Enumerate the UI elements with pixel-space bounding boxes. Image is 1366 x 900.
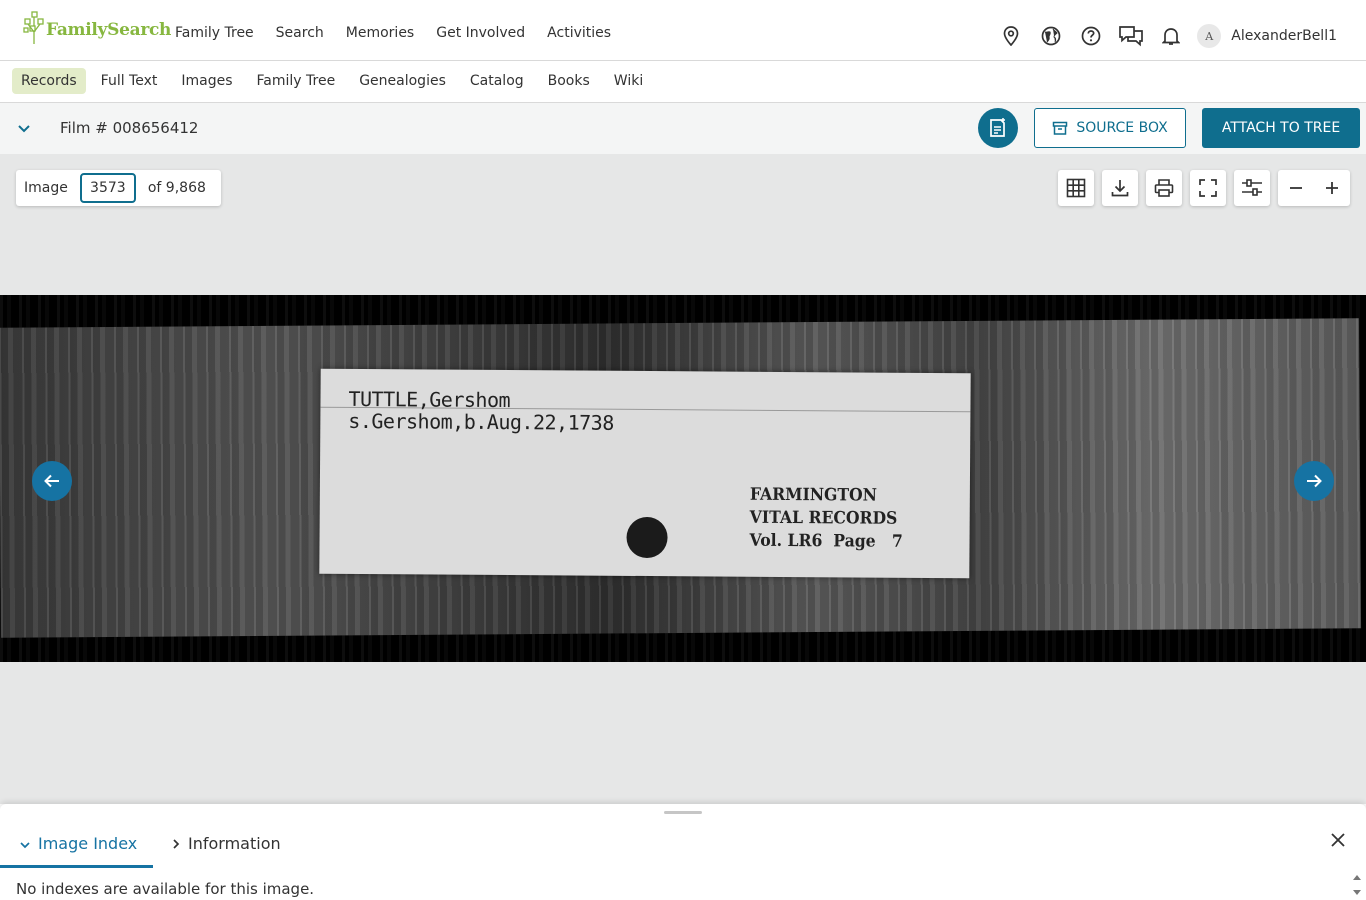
tab-information-label: Information [188,834,281,853]
username[interactable]: AlexanderBell1 [1231,28,1337,44]
arrow-right-icon [1307,474,1322,488]
globe-icon[interactable] [1031,20,1071,52]
tree-logo-icon [23,11,44,44]
subnav-books[interactable]: Books [539,68,599,94]
image-total: of 9,868 [147,180,206,196]
image-label: Image [24,180,68,196]
minus-icon [1290,187,1302,189]
card-source-records: VITAL RECORDS [749,507,898,529]
card-source-block: FARMINGTON VITAL RECORDS Vol. LR6 Page 7 [749,484,903,554]
adjust-image-button[interactable] [1234,170,1270,206]
panel-scrollbar[interactable] [1352,871,1362,899]
grid-icon [1066,178,1086,198]
card-source-volume: Vol. LR6 Page 7 [749,530,903,552]
records-subnav: Records Full Text Images Family Tree Gen… [0,61,1366,103]
tab-information[interactable]: Information [170,834,281,853]
card-source-town: FARMINGTON [749,484,878,506]
print-button[interactable] [1146,170,1182,206]
nav-get-involved[interactable]: Get Involved [436,25,525,41]
film-title: Film # 008656412 [60,119,199,137]
printer-icon [1154,179,1174,197]
fullscreen-button[interactable] [1190,170,1226,206]
archive-box-icon [1053,121,1068,135]
nav-family-tree[interactable]: Family Tree [175,25,254,41]
scroll-arrows-icon [1353,875,1361,895]
film-info-bar: Film # 008656412 SOURCE BOX ATTACH TO TR… [0,103,1366,154]
main-nav: Family Tree Search Memories Get Involved… [175,25,633,41]
source-box-button[interactable]: SOURCE BOX [1034,108,1186,148]
close-panel-button[interactable] [1326,828,1350,852]
subnav-full-text[interactable]: Full Text [92,68,167,94]
arrow-left-icon [44,474,59,488]
subnav-genealogies[interactable]: Genealogies [350,68,455,94]
help-icon[interactable] [1071,20,1111,52]
grid-view-button[interactable] [1058,170,1094,206]
messages-icon[interactable] [1111,20,1151,52]
subnav-wiki[interactable]: Wiki [605,68,652,94]
note-add-icon [990,118,1005,137]
familysearch-logo[interactable]: FamilySearch [22,10,171,46]
zoom-in-button[interactable] [1324,180,1340,196]
no-index-message: No indexes are available for this image. [16,880,315,898]
zoom-controls [1278,170,1350,206]
nav-activities[interactable]: Activities [547,25,611,41]
subnav-images[interactable]: Images [172,68,241,94]
subnav-records[interactable]: Records [12,68,86,94]
notifications-bell-icon[interactable] [1151,20,1191,52]
subnav-family-tree[interactable]: Family Tree [248,68,345,94]
zoom-out-button[interactable] [1288,180,1304,196]
close-icon [1331,833,1345,847]
previous-image-button[interactable] [32,461,72,501]
chevron-right-icon [173,838,180,849]
punch-hole [626,516,668,559]
avatar[interactable]: A [1197,24,1222,48]
image-number-input[interactable] [79,173,136,203]
next-image-button[interactable] [1294,461,1334,501]
nav-memories[interactable]: Memories [346,25,414,41]
logo-text: FamilySearch [46,20,172,40]
sliders-icon [1242,179,1262,196]
add-note-button[interactable] [978,108,1018,148]
attach-to-tree-button[interactable]: ATTACH TO TREE [1202,108,1360,148]
download-button[interactable] [1102,170,1138,206]
card-birth-line: s.Gershom,b.Aug.22,1738 [348,408,614,435]
bottom-info-panel: Image Index Information No indexes are a… [0,804,1366,900]
download-icon [1111,180,1129,197]
image-counter: Image of 9,868 [16,170,221,206]
chevron-down-icon[interactable] [14,118,34,138]
fullscreen-icon [1199,179,1217,197]
location-pin-icon[interactable] [991,20,1031,52]
top-header: FamilySearch Family Tree Search Memories… [0,0,1366,61]
tab-image-index[interactable]: Image Index [0,834,154,868]
image-viewer[interactable]: Image of 9,868 TUTTLE,Gershom s.Gershom,… [0,154,1366,804]
header-actions: A AlexanderBell1 [991,20,1366,52]
chevron-down-icon [20,842,30,849]
panel-resize-handle[interactable] [664,811,702,814]
nav-search[interactable]: Search [276,25,324,41]
source-box-label: SOURCE BOX [1076,120,1168,136]
tab-image-index-label: Image Index [38,834,138,853]
plus-icon [1326,182,1338,194]
record-card: TUTTLE,Gershom s.Gershom,b.Aug.22,1738 F… [319,368,971,579]
film-image[interactable]: TUTTLE,Gershom s.Gershom,b.Aug.22,1738 F… [0,295,1366,662]
subnav-catalog[interactable]: Catalog [461,68,533,94]
